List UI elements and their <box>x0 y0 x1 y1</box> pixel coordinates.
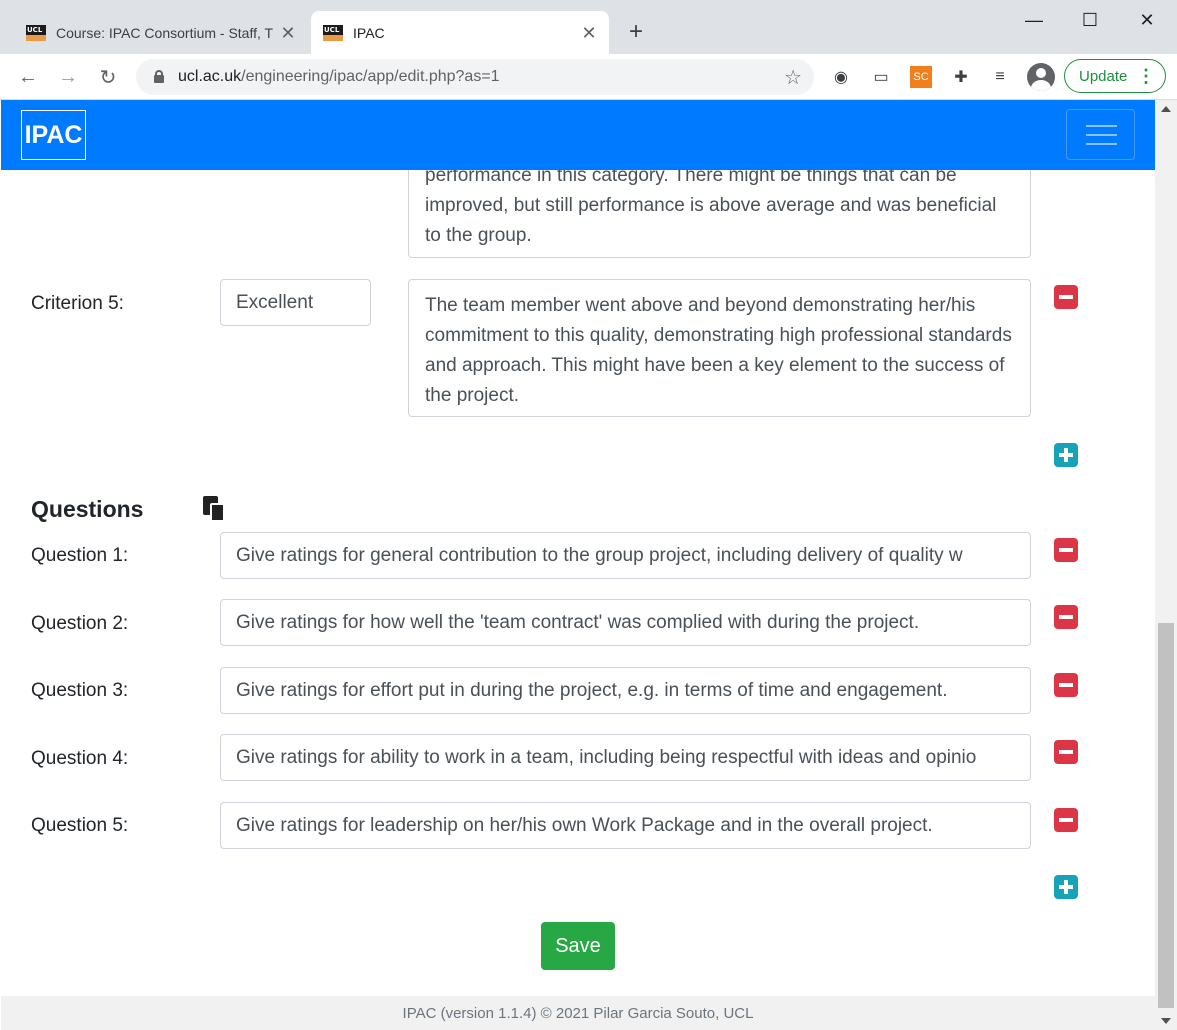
browser-tab-course[interactable]: UCL Course: IPAC Consortium - Staff, T ✕ <box>14 11 308 54</box>
question-1-input[interactable]: Give ratings for general contribution to… <box>220 532 1031 579</box>
media-queue-icon[interactable]: ≡ <box>988 65 1012 89</box>
menu-dots-icon: ⋮ <box>1137 66 1155 86</box>
remove-criterion-5-button[interactable] <box>1054 285 1078 309</box>
browser-tab-ipac[interactable]: UCL IPAC ✕ <box>311 11 609 54</box>
ucl-favicon-icon: UCL <box>323 24 343 41</box>
close-tab-icon[interactable]: ✕ <box>278 24 298 42</box>
scroll-down-arrow-icon[interactable] <box>1161 1018 1171 1024</box>
hamburger-menu-icon[interactable] <box>1066 109 1135 160</box>
criterion-5-description[interactable]: The team member went above and beyond de… <box>408 279 1031 417</box>
browser-toolbar: ← → ↻ ucl.ac.uk/engineering/ipac/app/edi… <box>0 54 1177 100</box>
add-criterion-button[interactable] <box>1054 443 1078 467</box>
scrollbar-thumb[interactable] <box>1158 623 1174 1008</box>
main-content: performance in this category. There migh… <box>1 170 1155 996</box>
scroll-up-arrow-icon[interactable] <box>1161 106 1171 112</box>
remove-question-1-button[interactable] <box>1054 538 1078 562</box>
question-4-label: Question 4: <box>31 748 129 769</box>
remove-question-2-button[interactable] <box>1054 605 1078 629</box>
question-5-input[interactable]: Give ratings for leadership on her/his o… <box>220 802 1031 849</box>
maximize-icon[interactable]: ☐ <box>1070 6 1110 34</box>
profile-avatar-icon[interactable] <box>1027 63 1055 91</box>
close-tab-icon[interactable]: ✕ <box>579 24 599 42</box>
sc-extension-icon[interactable]: SC <box>910 66 932 88</box>
address-bar[interactable]: ucl.ac.uk/engineering/ipac/app/edit.php?… <box>136 59 814 95</box>
update-button[interactable]: Update ⋮ <box>1064 59 1166 93</box>
questions-heading: Questions <box>31 496 144 522</box>
page-scrollbar[interactable] <box>1155 100 1177 1030</box>
criterion-5-level-input[interactable]: Excellent <box>220 279 371 326</box>
new-tab-icon[interactable]: + <box>624 20 648 44</box>
back-icon[interactable]: ← <box>14 63 42 91</box>
remove-question-4-button[interactable] <box>1054 740 1078 764</box>
page-footer: IPAC (version 1.1.4) © 2021 Pilar Garcia… <box>1 996 1155 1030</box>
app-navbar: IPAC <box>1 100 1155 170</box>
question-2-label: Question 2: <box>31 613 129 634</box>
close-window-icon[interactable]: ✕ <box>1127 6 1167 34</box>
lock-icon <box>154 70 164 83</box>
question-4-input[interactable]: Give ratings for ability to work in a te… <box>220 734 1031 781</box>
url-text: ucl.ac.uk/engineering/ipac/app/edit.php?… <box>178 68 500 85</box>
question-1-label: Question 1: <box>31 545 129 566</box>
add-question-button[interactable] <box>1054 875 1078 899</box>
copy-clipboard-icon[interactable] <box>203 496 227 522</box>
question-5-label: Question 5: <box>31 815 129 836</box>
reload-icon[interactable]: ↻ <box>94 63 122 91</box>
question-3-input[interactable]: Give ratings for effort put in during th… <box>220 667 1031 714</box>
cast-extension-icon[interactable]: ▭ <box>869 65 893 89</box>
remove-question-5-button[interactable] <box>1054 808 1078 832</box>
browser-tab-bar: UCL Course: IPAC Consortium - Staff, T ✕… <box>0 0 1177 54</box>
globe-extension-icon[interactable]: ◉ <box>829 65 853 89</box>
tab-title: IPAC <box>353 24 385 41</box>
puzzle-extensions-icon[interactable]: ✚ <box>949 65 973 89</box>
criterion-5-label: Criterion 5: <box>31 293 124 314</box>
question-3-label: Question 3: <box>31 680 129 701</box>
bookmark-star-icon[interactable]: ☆ <box>784 65 802 90</box>
criterion-4-description[interactable]: performance in this category. There migh… <box>408 170 1031 258</box>
question-2-input[interactable]: Give ratings for how well the 'team cont… <box>220 599 1031 646</box>
tab-title: Course: IPAC Consortium - Staff, T <box>56 24 274 41</box>
minimize-icon[interactable]: — <box>1014 6 1054 34</box>
remove-question-3-button[interactable] <box>1054 673 1078 697</box>
brand-logo[interactable]: IPAC <box>21 110 86 160</box>
forward-icon[interactable]: → <box>54 63 82 91</box>
save-button[interactable]: Save <box>541 922 615 970</box>
ucl-favicon-icon: UCL <box>26 24 46 41</box>
